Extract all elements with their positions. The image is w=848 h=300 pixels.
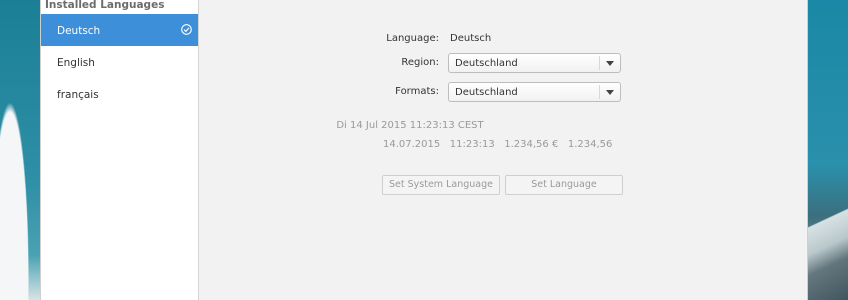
dropdown-arrow-icon [606, 90, 614, 95]
language-label: Language: [386, 33, 439, 44]
dropdown-separator [599, 56, 600, 70]
dropdown-separator [599, 85, 600, 99]
desktop-wallpaper-right [802, 0, 848, 300]
language-settings-window: Installed Languages Deutsch English fran… [40, 0, 808, 300]
date-preview: Di 14 Jul 2015 11:23:13 CEST [336, 120, 484, 131]
language-settings-panel: Language: Deutsch Region: Deutschland Fo… [199, 0, 807, 300]
formats-label: Formats: [395, 86, 439, 97]
region-dropdown[interactable]: Deutschland [448, 53, 621, 73]
installed-languages-sidebar: Installed Languages Deutsch English fran… [41, 0, 199, 300]
region-selected-value: Deutschland [455, 58, 518, 69]
sidebar-item-english[interactable]: English [41, 46, 198, 78]
sidebar-item-label: English [57, 57, 95, 69]
set-system-language-button[interactable]: Set System Language [382, 175, 500, 195]
language-value: Deutsch [450, 33, 492, 44]
sidebar-item-label: Deutsch [57, 25, 101, 37]
checkmark-icon [181, 24, 192, 35]
desktop-wallpaper-left [0, 0, 40, 300]
formats-preview: 14.07.2015 11:23:13 1.234,56 € 1.234,56 [383, 139, 613, 150]
formats-selected-value: Deutschland [455, 87, 518, 98]
dropdown-arrow-icon [606, 61, 614, 66]
sidebar-item-deutsch[interactable]: Deutsch [41, 14, 198, 46]
sidebar-item-francais[interactable]: français [41, 78, 198, 110]
set-language-button[interactable]: Set Language [505, 175, 623, 195]
sidebar-item-label: français [57, 89, 99, 101]
sidebar-header: Installed Languages [45, 0, 165, 11]
region-label: Region: [401, 57, 439, 68]
formats-dropdown[interactable]: Deutschland [448, 82, 621, 102]
